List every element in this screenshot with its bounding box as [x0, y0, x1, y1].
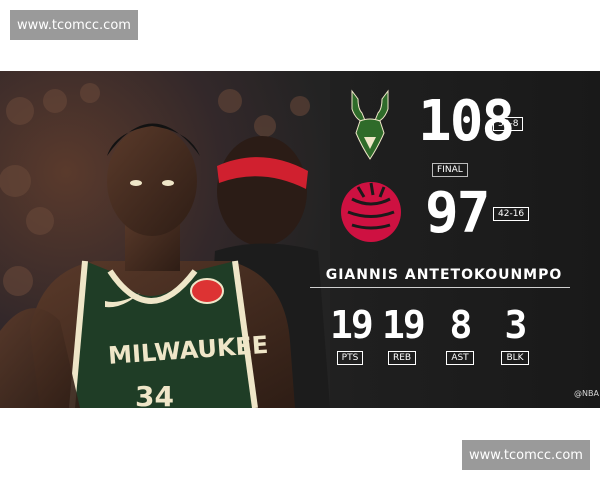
away-record: 42-16	[493, 207, 530, 221]
stat-label: REB	[387, 351, 417, 365]
watermark-top: www.tcomcc.com	[10, 10, 138, 40]
bucks-logo-icon	[351, 89, 389, 160]
player-illustration: MILWAUKEE 34	[0, 71, 330, 408]
jersey-number: 34	[135, 380, 174, 408]
game-recap-banner: MILWAUKEE 34 108 50-8 FINAL 97 42-16 GIA…	[0, 71, 600, 408]
raptors-logo-icon	[341, 182, 401, 242]
stat-assists: 8 AST	[440, 303, 480, 365]
stat-label: BLK	[501, 351, 529, 365]
stat-value: 19	[330, 303, 374, 347]
score-panel: 108 50-8 FINAL 97 42-16 GIANNIS ANTETOKO…	[310, 71, 600, 408]
stat-value: 8	[449, 303, 473, 347]
stat-rebounds: 19 REB	[382, 303, 426, 365]
stat-points: 19 PTS	[330, 303, 374, 365]
away-score: 97	[425, 181, 490, 246]
player-name: GIANNIS ANTETOKOUNMPO	[325, 267, 563, 283]
name-divider	[310, 287, 570, 288]
nba-credit: @NBA	[574, 389, 599, 398]
stat-value: 19	[382, 303, 426, 347]
home-record: 50-8	[493, 117, 524, 131]
stat-label: AST	[446, 351, 474, 365]
game-status: FINAL	[432, 163, 468, 177]
stat-value: 3	[504, 303, 528, 347]
watermark-bottom: www.tcomcc.com	[462, 440, 590, 470]
stat-label: PTS	[336, 351, 364, 365]
stat-blocks: 3 BLK	[495, 303, 535, 365]
